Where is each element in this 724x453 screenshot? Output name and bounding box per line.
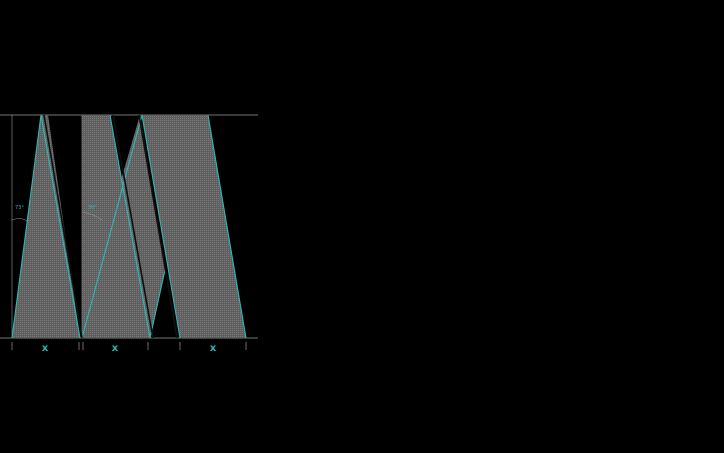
- angle-label-left: 73°: [15, 205, 24, 211]
- width-label-3: x: [210, 343, 217, 354]
- parallelogram-diagram: 73° 30° x x x: [0, 114, 258, 354]
- width-label-2: x: [112, 343, 119, 354]
- angle-label-middle: 30°: [88, 205, 97, 211]
- angle-arc-left: [11, 218, 29, 223]
- triangle-left: [12, 115, 80, 338]
- width-label-1: x: [42, 343, 49, 354]
- diagram-canvas: 73° 30° x x x: [0, 0, 724, 453]
